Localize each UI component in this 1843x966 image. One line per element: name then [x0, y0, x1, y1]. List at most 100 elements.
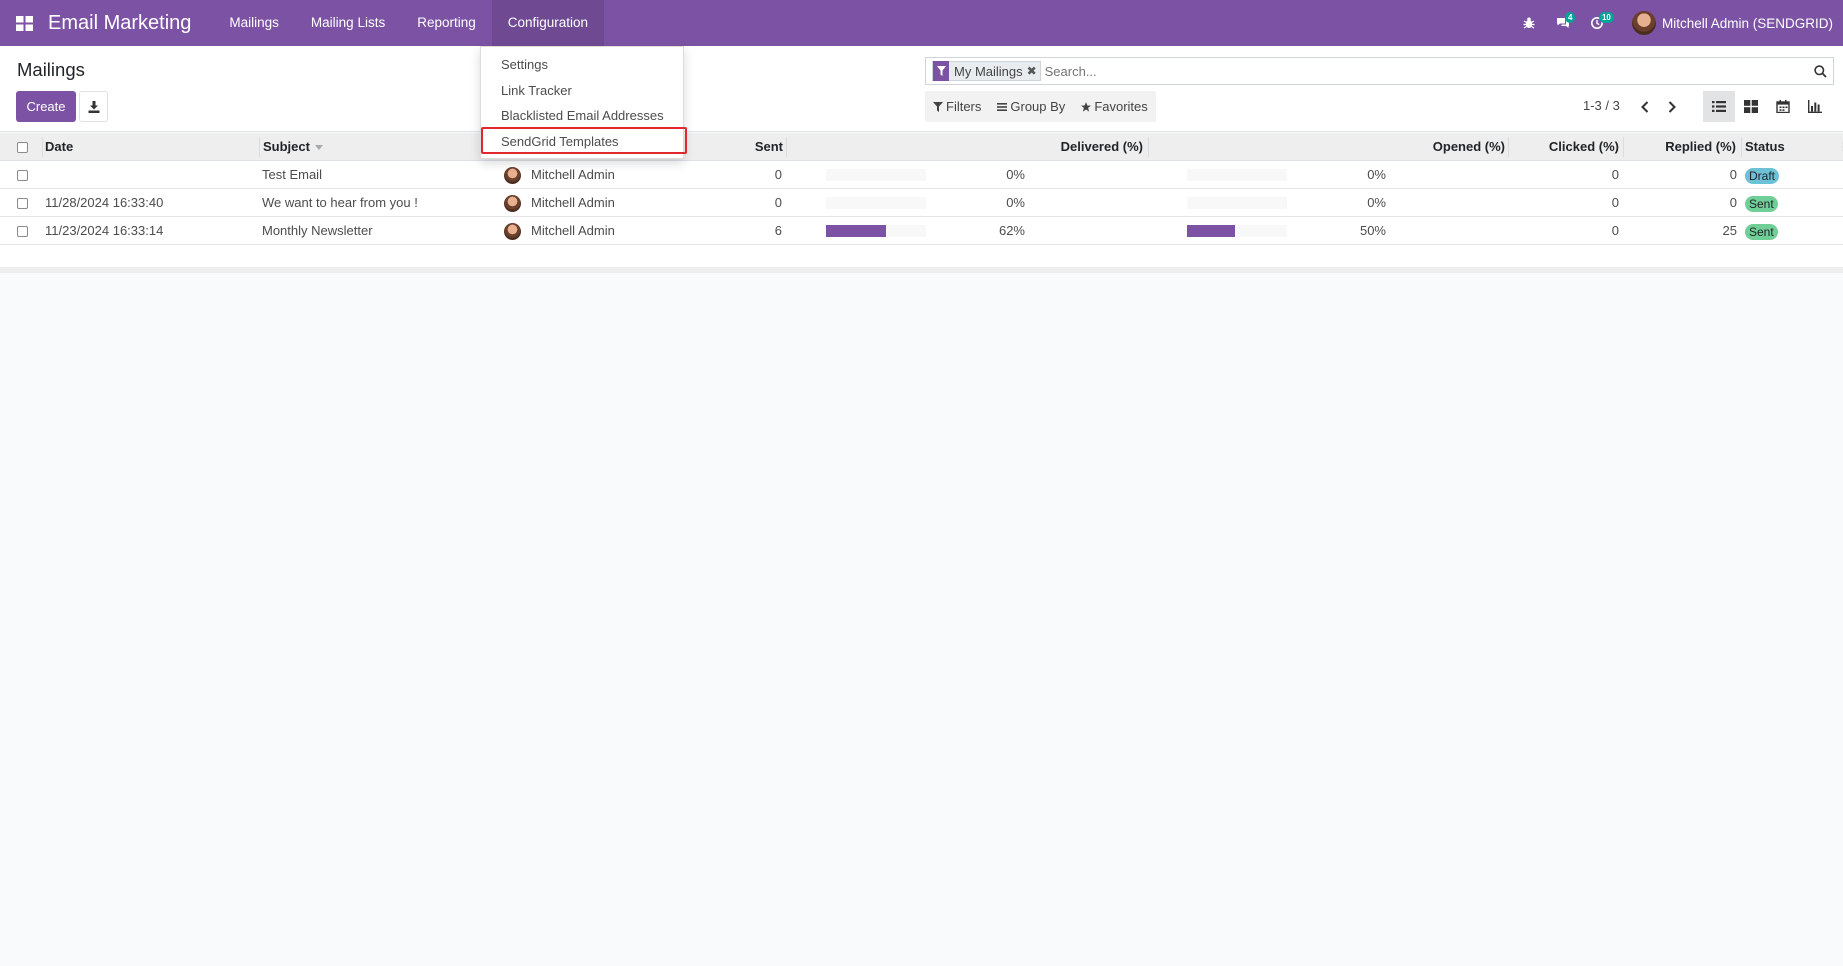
app-title[interactable]: Email Marketing [48, 12, 191, 35]
delivered-progress-bar [826, 169, 926, 181]
select-all-checkbox[interactable] [17, 142, 28, 153]
row-responsible: Mitchell Admin [531, 167, 615, 182]
row-delivered: 0% [1006, 195, 1025, 210]
pager-next-button[interactable] [1659, 91, 1685, 122]
row-clicked: 0 [1611, 167, 1619, 182]
user-avatar [504, 195, 521, 212]
table-row[interactable]: Test Email Mitchell Admin 0 0% 0% 0 0 Dr… [0, 161, 1843, 189]
kanban-view-button[interactable] [1735, 91, 1767, 122]
menu-configuration[interactable]: Configuration [491, 0, 605, 46]
table-row[interactable]: 11/28/2024 16:33:40 We want to hear from… [0, 189, 1843, 217]
row-subject: Monthly Newsletter [262, 223, 373, 238]
filters-button[interactable]: Filters [925, 91, 989, 122]
status-badge: Draft [1745, 168, 1780, 184]
row-responsible: Mitchell Admin [531, 195, 615, 210]
star-icon [1081, 101, 1092, 112]
column-status[interactable]: Status [1745, 133, 1785, 161]
search-facet-my-mailings: My Mailings ✖ [932, 61, 1041, 81]
facet-label: My Mailings [954, 63, 1023, 79]
sort-caret-icon [314, 145, 323, 151]
view-switcher [1703, 91, 1831, 122]
chat-messages-icon[interactable]: 4 [1546, 0, 1580, 46]
row-date: 11/28/2024 16:33:40 [45, 195, 164, 210]
user-menu[interactable]: Mitchell Admin (SENDGRID) [1614, 0, 1843, 46]
menu-reporting[interactable]: Reporting [401, 0, 492, 46]
row-checkbox[interactable] [17, 170, 28, 181]
menu-item-sendgrid-templates[interactable]: SendGrid Templates [501, 134, 619, 149]
menu-item-link-tracker[interactable]: Link Tracker [501, 83, 572, 98]
control-panel: Mailings Create My Mailings ✖ Filters Gr… [0, 46, 1843, 132]
favorites-button[interactable]: Favorites [1073, 91, 1155, 122]
delivered-progress-bar [826, 197, 926, 209]
menu-item-settings[interactable]: Settings [501, 57, 548, 72]
row-sent: 0 [774, 167, 782, 182]
column-subject[interactable]: Subject [263, 133, 323, 161]
pager-value[interactable]: 1-3 / 3 [1583, 98, 1620, 113]
list-bars-icon [997, 102, 1008, 111]
optional-columns-icon[interactable]: ⋮ [1838, 133, 1843, 161]
menu-mailings[interactable]: Mailings [213, 0, 295, 46]
table-footer [0, 245, 1843, 273]
facet-remove-icon[interactable]: ✖ [1026, 64, 1038, 78]
column-delivered[interactable]: Delivered (%) [786, 133, 1143, 161]
menu-mailing-lists[interactable]: Mailing Lists [295, 0, 401, 46]
row-checkbox[interactable] [17, 198, 28, 209]
list-view-button[interactable] [1703, 91, 1735, 122]
search-options: Filters Group By Favorites [925, 91, 1156, 122]
search-magnifier-icon[interactable] [1807, 58, 1833, 84]
row-subject: Test Email [262, 167, 322, 182]
page-title: Mailings [17, 59, 85, 80]
mailings-list: Date Subject Sent Delivered (%) Opened (… [0, 133, 1843, 273]
column-opened[interactable]: Opened (%) [1148, 133, 1505, 161]
search-bar: My Mailings ✖ [925, 57, 1834, 85]
group-by-button[interactable]: Group By [989, 91, 1073, 122]
search-input[interactable] [1044, 63, 1807, 79]
row-replied: 0 [1729, 195, 1737, 210]
menu-item-blacklisted-email-addresses[interactable]: Blacklisted Email Addresses [501, 108, 664, 123]
calendar-view-button[interactable] [1767, 91, 1799, 122]
column-date[interactable]: Date [45, 133, 73, 161]
top-navbar: Email Marketing Mailings Mailing Lists R… [0, 0, 1843, 46]
column-replied[interactable]: Replied (%) [1623, 133, 1736, 161]
apps-grid-icon[interactable] [0, 0, 48, 46]
column-clicked[interactable]: Clicked (%) [1508, 133, 1619, 161]
row-replied: 25 [1722, 223, 1737, 238]
row-clicked: 0 [1611, 195, 1619, 210]
navbar-systray: 4 10 Mitchell Admin (SENDGRID) [1512, 0, 1843, 46]
create-button[interactable]: Create [16, 91, 76, 122]
row-checkbox[interactable] [17, 226, 28, 237]
column-subject-label: Subject [263, 139, 310, 154]
kanban-view-icon [1744, 100, 1758, 113]
favorites-label: Favorites [1094, 99, 1148, 114]
user-avatar [504, 167, 521, 184]
column-sent[interactable]: Sent [680, 133, 783, 161]
table-row[interactable]: 11/23/2024 16:33:14 Monthly Newsletter M… [0, 217, 1843, 245]
calendar-view-icon [1776, 100, 1790, 113]
row-opened: 0% [1367, 167, 1386, 182]
bar-chart-icon [1808, 100, 1822, 113]
row-opened: 0% [1367, 195, 1386, 210]
row-clicked: 0 [1611, 223, 1619, 238]
row-replied: 0 [1729, 167, 1737, 182]
row-subject: We want to hear from you ! [262, 195, 418, 210]
configuration-dropdown: Settings Link Tracker Blacklisted Email … [480, 46, 687, 159]
row-sent: 0 [774, 195, 782, 210]
export-button[interactable] [79, 91, 108, 122]
graph-view-button[interactable] [1799, 91, 1831, 122]
opened-progress-bar [1187, 225, 1287, 237]
status-badge: Sent [1745, 224, 1778, 240]
pager-previous-button[interactable] [1632, 91, 1658, 122]
activity-count-badge: 10 [1598, 12, 1614, 23]
table-header: Date Subject Sent Delivered (%) Opened (… [0, 133, 1843, 161]
row-sent: 6 [774, 223, 782, 238]
opened-progress-bar [1187, 169, 1287, 181]
filter-funnel-icon [933, 61, 949, 81]
main-menu: Mailings Mailing Lists Reporting Configu… [213, 0, 605, 46]
debug-bug-icon[interactable] [1512, 0, 1546, 46]
delivered-progress-bar [826, 225, 926, 237]
chevron-right-icon [1668, 100, 1676, 113]
user-avatar [504, 223, 521, 240]
activity-clock-icon[interactable]: 10 [1580, 0, 1614, 46]
row-responsible: Mitchell Admin [531, 223, 615, 238]
status-badge: Sent [1745, 196, 1778, 212]
